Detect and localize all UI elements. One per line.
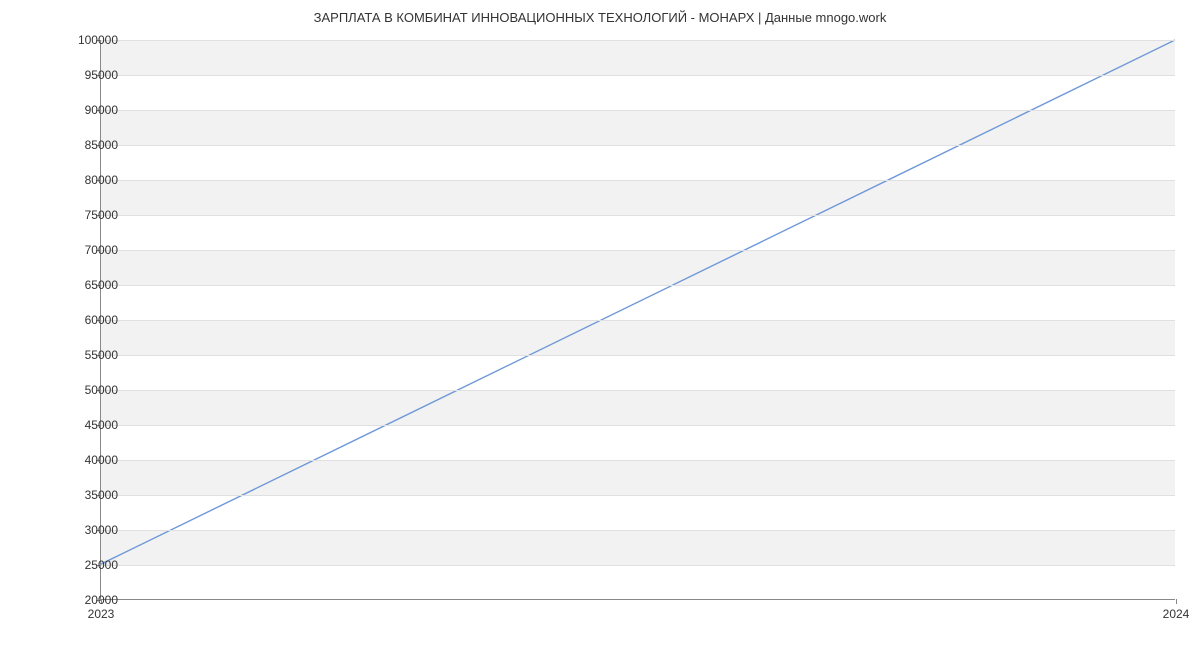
y-tick-label: 30000: [18, 523, 118, 537]
grid-line: [101, 460, 1175, 461]
grid-line: [101, 75, 1175, 76]
grid-line: [101, 355, 1175, 356]
plot-area: 20232024: [100, 40, 1175, 600]
y-tick-label: 60000: [18, 313, 118, 327]
y-tick-label: 55000: [18, 348, 118, 362]
grid-line: [101, 145, 1175, 146]
grid-line: [101, 110, 1175, 111]
grid-line: [101, 390, 1175, 391]
grid-line: [101, 180, 1175, 181]
x-tick-label: 2023: [88, 607, 115, 621]
y-tick-label: 35000: [18, 488, 118, 502]
grid-line: [101, 530, 1175, 531]
chart-title: ЗАРПЛАТА В КОМБИНАТ ИННОВАЦИОННЫХ ТЕХНОЛ…: [0, 10, 1200, 25]
grid-line: [101, 250, 1175, 251]
x-tick-label: 2024: [1163, 607, 1190, 621]
y-tick-label: 90000: [18, 103, 118, 117]
y-tick-label: 20000: [18, 593, 118, 607]
y-tick-label: 80000: [18, 173, 118, 187]
grid-line: [101, 565, 1175, 566]
y-tick-label: 85000: [18, 138, 118, 152]
grid-line: [101, 495, 1175, 496]
chart-container: ЗАРПЛАТА В КОМБИНАТ ИННОВАЦИОННЫХ ТЕХНОЛ…: [0, 0, 1200, 650]
x-tick-mark: [1176, 599, 1177, 604]
grid-line: [101, 425, 1175, 426]
y-tick-label: 45000: [18, 418, 118, 432]
y-tick-label: 75000: [18, 208, 118, 222]
y-tick-label: 100000: [18, 33, 118, 47]
grid-line: [101, 215, 1175, 216]
y-tick-label: 95000: [18, 68, 118, 82]
data-line: [101, 40, 1175, 564]
y-tick-label: 25000: [18, 558, 118, 572]
y-tick-label: 70000: [18, 243, 118, 257]
grid-line: [101, 320, 1175, 321]
grid-line: [101, 40, 1175, 41]
y-tick-label: 65000: [18, 278, 118, 292]
y-tick-label: 40000: [18, 453, 118, 467]
y-tick-label: 50000: [18, 383, 118, 397]
grid-line: [101, 285, 1175, 286]
